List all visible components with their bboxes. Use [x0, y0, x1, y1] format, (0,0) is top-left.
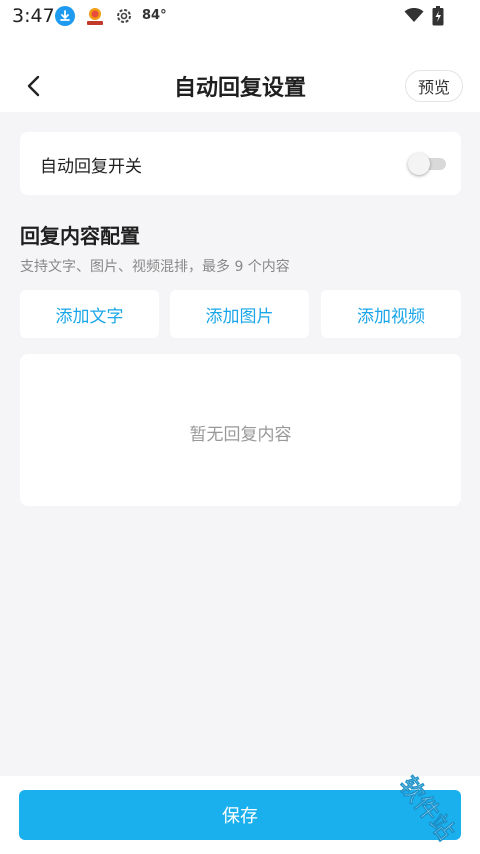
- auto-reply-switch-card: 自动回复开关: [20, 132, 461, 195]
- nav-bar: 自动回复设置 预览: [0, 34, 480, 112]
- app-badge-icon: [84, 5, 106, 27]
- add-image-button[interactable]: 添加图片: [170, 290, 309, 338]
- section-subtitle: 支持文字、图片、视频混排，最多 9 个内容: [20, 259, 290, 275]
- save-button[interactable]: 保存: [19, 790, 461, 840]
- wifi-icon: [404, 7, 424, 23]
- auto-reply-switch-label: 自动回复开关: [40, 157, 142, 177]
- section-title: 回复内容配置: [20, 224, 140, 248]
- empty-state-text: 暂无回复内容: [189, 425, 292, 445]
- status-temperature: 84°: [142, 8, 167, 23]
- status-bar: 3:47 84°: [0, 0, 480, 34]
- add-video-button[interactable]: 添加视频: [321, 290, 461, 338]
- status-time: 3:47: [12, 5, 55, 27]
- reply-content-list: 暂无回复内容: [20, 354, 461, 506]
- auto-reply-toggle[interactable]: [408, 152, 446, 175]
- battery-icon: [432, 6, 444, 26]
- toggle-thumb: [408, 153, 430, 175]
- add-text-button[interactable]: 添加文字: [20, 290, 159, 338]
- settings-icon: [115, 7, 133, 25]
- bottom-bar: 保存: [0, 776, 480, 854]
- download-icon: [55, 6, 75, 26]
- preview-button[interactable]: 预览: [405, 70, 463, 102]
